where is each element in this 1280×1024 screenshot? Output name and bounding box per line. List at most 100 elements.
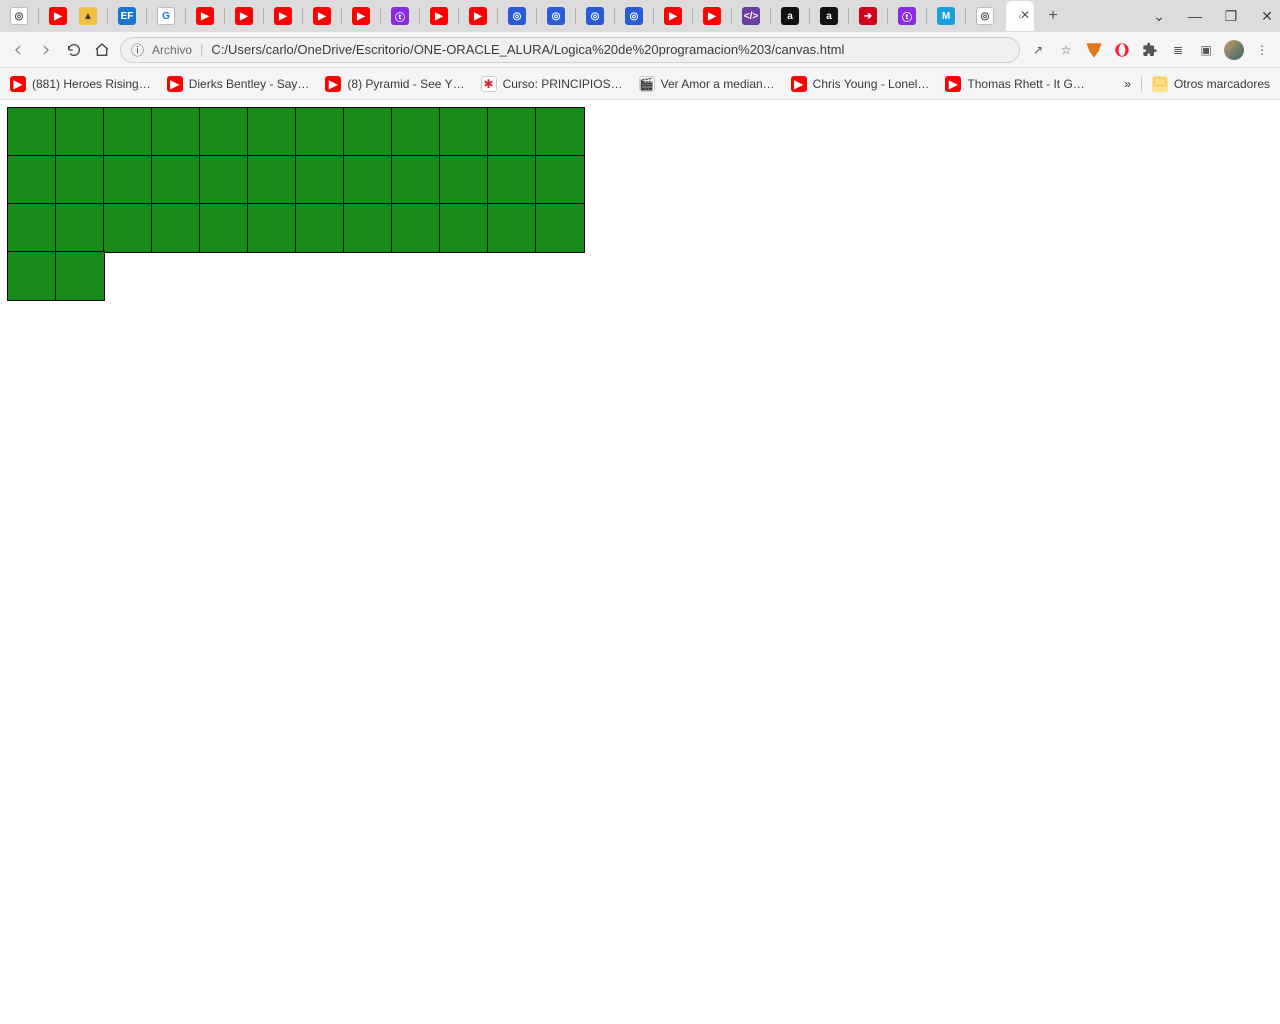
close-tab-icon[interactable]: ✕ (1020, 8, 1030, 22)
tab-separator (263, 8, 264, 24)
window-controls: ⌄ — ❐ ✕ (1152, 8, 1274, 25)
background-tab[interactable]: ⓣ (387, 4, 413, 28)
active-tab[interactable]: ‹ ✕ (1006, 1, 1034, 31)
bookmark-item[interactable]: ▶Thomas Rhett - It G… (945, 76, 1084, 92)
background-tab[interactable]: ▶ (45, 4, 71, 28)
tab-separator (185, 8, 186, 24)
url-separator: | (200, 42, 203, 57)
background-tab[interactable]: </> (738, 4, 764, 28)
bookmark-star-icon[interactable]: ☆ (1056, 40, 1076, 60)
background-tab[interactable]: ▶ (270, 4, 296, 28)
background-tab[interactable]: ▶ (309, 4, 335, 28)
background-tab[interactable]: ◎ (504, 4, 530, 28)
bookmark-item[interactable]: ✱ Curso: PRINCIPIOS… (481, 76, 623, 92)
background-tab[interactable]: EF (114, 4, 140, 28)
tab-favicon-icon: ▶ (274, 7, 292, 25)
tab-favicon-icon: ➔ (859, 7, 877, 25)
background-tab[interactable]: ◎ (6, 4, 32, 28)
background-tab[interactable]: ▶ (660, 4, 686, 28)
canvas-cell (152, 156, 200, 204)
bookmark-item[interactable]: ▶(881) Heroes Rising… (10, 76, 151, 92)
background-tab[interactable]: ▶ (231, 4, 257, 28)
window-close-icon[interactable]: ✕ (1260, 8, 1274, 25)
canvas-cell (8, 252, 56, 300)
tab-search-icon[interactable]: ⌄ (1152, 8, 1166, 25)
background-tab[interactable]: M (933, 4, 959, 28)
extensions-puzzle-icon[interactable] (1140, 40, 1160, 60)
canvas-cell (56, 252, 104, 300)
canvas-cell (488, 156, 536, 204)
background-tab[interactable]: ▶ (699, 4, 725, 28)
background-tab[interactable]: ▶ (465, 4, 491, 28)
canvas-cell (200, 156, 248, 204)
bookmark-favicon-icon: ▶ (325, 76, 341, 92)
background-tab[interactable]: ◎ (582, 4, 608, 28)
background-tab[interactable]: a (777, 4, 803, 28)
canvas-cell (248, 156, 296, 204)
canvas-row (8, 204, 1272, 252)
nav-reload-button[interactable] (64, 40, 84, 60)
bookmark-favicon-icon: ✱ (481, 76, 497, 92)
canvas-cell (392, 108, 440, 156)
page-viewport (0, 100, 1280, 308)
address-bar[interactable]: ⓘ Archivo | C:/Users/carlo/OneDrive/Escr… (120, 37, 1020, 63)
tab-separator (419, 8, 420, 24)
tab-separator (848, 8, 849, 24)
site-info-icon[interactable]: ⓘ (131, 40, 144, 59)
bookmark-item[interactable]: ▶Chris Young - Lonel… (791, 76, 930, 92)
bookmark-label: Curso: PRINCIPIOS… (503, 77, 623, 91)
background-tab[interactable]: ▶ (192, 4, 218, 28)
tab-separator (38, 8, 39, 24)
tab-separator (302, 8, 303, 24)
metamask-extension-icon[interactable] (1084, 40, 1104, 60)
tab-favicon-icon: ▶ (196, 7, 214, 25)
background-tab[interactable]: ▶ (348, 4, 374, 28)
bookmark-item[interactable]: ▶(8) Pyramid - See Y… (325, 76, 464, 92)
background-tab[interactable]: G (153, 4, 179, 28)
canvas-cell (152, 108, 200, 156)
tab-separator (887, 8, 888, 24)
nav-forward-button[interactable] (36, 40, 56, 60)
background-tab[interactable]: ⓣ (894, 4, 920, 28)
window-maximize-icon[interactable]: ❐ (1224, 8, 1238, 25)
canvas-cell (440, 204, 488, 252)
bookmark-item[interactable]: ▶Dierks Bentley - Say… (167, 76, 310, 92)
tab-favicon-icon: </> (742, 7, 760, 25)
bookmark-favicon-icon: ▶ (791, 76, 807, 92)
canvas-row (8, 252, 1272, 300)
canvas-cell (104, 156, 152, 204)
canvas-cell (296, 156, 344, 204)
background-tab[interactable]: ◎ (972, 4, 998, 28)
profile-avatar-icon[interactable] (1224, 40, 1244, 60)
share-icon[interactable]: ↗ (1028, 40, 1048, 60)
bookmarks-bar: ▶(881) Heroes Rising…▶Dierks Bentley - S… (0, 68, 1280, 100)
new-tab-button[interactable]: + (1042, 5, 1064, 27)
background-tab[interactable]: ◎ (543, 4, 569, 28)
background-tab[interactable]: ➔ (855, 4, 881, 28)
background-tab[interactable]: ◎ (621, 4, 647, 28)
tab-separator (809, 8, 810, 24)
bookmark-label: (881) Heroes Rising… (32, 77, 151, 91)
bookmarks-overflow-icon[interactable]: » (1124, 77, 1131, 91)
reading-list-icon[interactable]: ≣ (1168, 40, 1188, 60)
background-tab[interactable]: ▲ (75, 4, 101, 28)
canvas-cell (536, 108, 584, 156)
nav-home-button[interactable] (92, 40, 112, 60)
nav-back-button[interactable] (8, 40, 28, 60)
background-tab[interactable]: ▶ (426, 4, 452, 28)
tab-favicon-icon: ◎ (547, 7, 565, 25)
tab-separator (731, 8, 732, 24)
background-tab[interactable]: a (816, 4, 842, 28)
canvas-cell (104, 204, 152, 252)
bookmark-item[interactable]: 🎬Ver Amor a median… (639, 76, 775, 92)
tab-separator (341, 8, 342, 24)
other-bookmarks-folder[interactable]: 🗀 Otros marcadores (1152, 76, 1270, 92)
tab-favicon-icon: ▶ (664, 7, 682, 25)
canvas-cell (248, 204, 296, 252)
chrome-menu-icon[interactable]: ⋮ (1252, 40, 1272, 60)
side-panel-icon[interactable]: ▣ (1196, 40, 1216, 60)
tab-separator (224, 8, 225, 24)
tab-separator (575, 8, 576, 24)
opera-extension-icon[interactable] (1112, 40, 1132, 60)
window-minimize-icon[interactable]: — (1188, 8, 1202, 24)
